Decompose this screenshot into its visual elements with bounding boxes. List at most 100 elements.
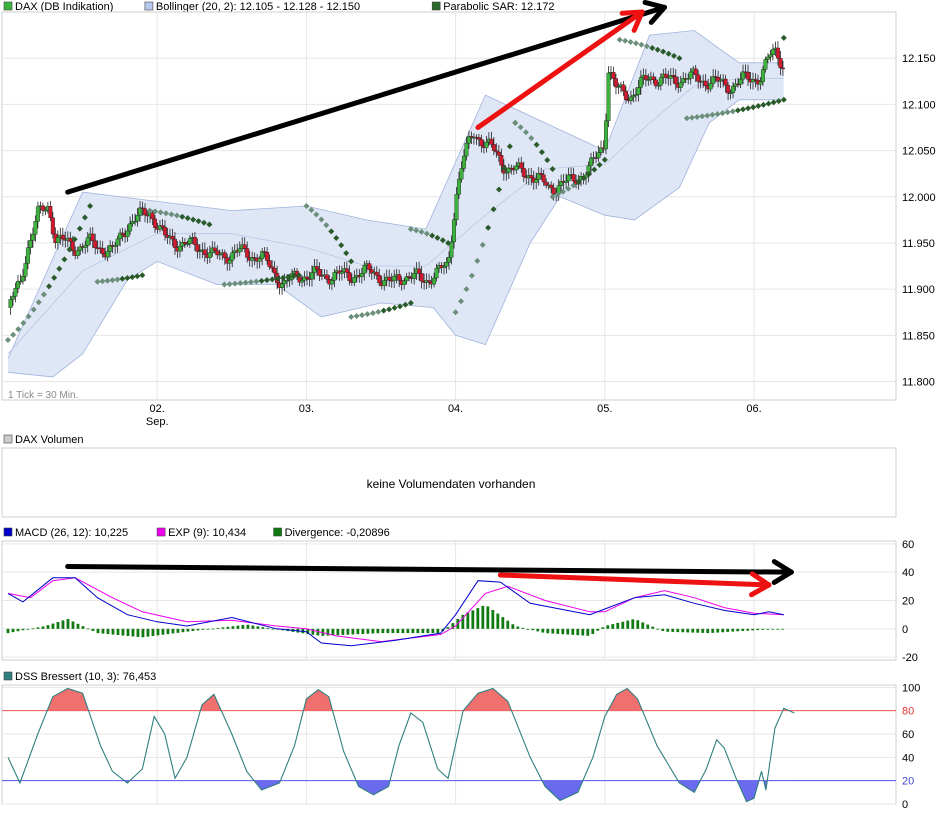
candle-body <box>192 237 197 245</box>
divergence-bar <box>86 628 90 630</box>
candle-body <box>120 232 125 235</box>
divergence-bar <box>201 628 205 630</box>
divergence-bar <box>751 628 755 631</box>
candle-body <box>339 271 344 274</box>
price-tick-label: 12.100 <box>902 99 936 111</box>
candle-body <box>402 280 407 285</box>
candle-body <box>459 168 464 180</box>
candle-body <box>160 225 165 228</box>
candle-body <box>40 205 45 211</box>
candle-body <box>651 76 656 81</box>
candle-body <box>496 151 501 156</box>
divergence-bar <box>511 624 515 629</box>
candle-body <box>611 72 616 79</box>
dss-legend-swatch-0 <box>3 671 13 681</box>
candle-body <box>100 248 105 255</box>
divergence-bar <box>656 628 660 630</box>
divergence-bar <box>21 628 25 631</box>
candle-body <box>758 81 763 85</box>
candle-body <box>207 252 212 258</box>
candle-body <box>603 120 608 150</box>
divergence-bar <box>396 628 400 634</box>
divergence-bar <box>606 625 610 629</box>
candle-body <box>143 208 148 216</box>
candle-body <box>85 237 90 246</box>
divergence-bar <box>391 628 395 634</box>
divergence-bar <box>631 619 635 629</box>
candle-body <box>643 75 648 80</box>
candle-body <box>245 248 250 258</box>
candle-body <box>317 269 322 276</box>
divergence-bar <box>16 628 20 632</box>
divergence-bar <box>471 610 475 629</box>
price-legend-label-0: DAX (DB Indikation) <box>15 1 113 13</box>
candle-body <box>760 69 765 82</box>
divergence-bar <box>161 628 165 635</box>
divergence-bar <box>701 628 705 633</box>
candle-body <box>489 138 494 145</box>
candle-body <box>60 234 65 240</box>
candle-body <box>105 251 110 258</box>
divergence-bar <box>426 628 430 634</box>
divergence-bar <box>776 628 780 630</box>
candle-body <box>434 267 439 279</box>
macd-legend-label-1: EXP (9): 10,434 <box>168 527 246 539</box>
candle-body <box>187 238 192 245</box>
dss-tick-label: 20 <box>902 776 914 788</box>
volume-legend-label-0: DAX Volumen <box>15 434 83 446</box>
divergence-bar <box>191 628 195 631</box>
divergence-bar <box>256 626 260 629</box>
candle-body <box>212 247 217 251</box>
divergence-bar <box>486 606 490 629</box>
candle-body <box>153 218 158 228</box>
divergence-bar <box>131 628 135 637</box>
divergence-bar <box>361 628 365 634</box>
divergence-bar <box>726 628 730 632</box>
candle-body <box>432 277 437 285</box>
candle-body <box>202 249 207 255</box>
candle-body <box>539 173 544 175</box>
candle-body <box>33 221 38 235</box>
divergence-bar <box>591 628 595 634</box>
divergence-bar <box>506 620 510 629</box>
dss-tick-label: 40 <box>902 752 914 764</box>
price-legend-swatch-2 <box>431 1 441 11</box>
divergence-bar <box>561 628 565 635</box>
candle-body <box>362 265 367 274</box>
divergence-bar <box>91 628 95 631</box>
candle-body <box>454 194 459 220</box>
candle-body <box>623 90 628 100</box>
divergence-bar <box>166 628 170 635</box>
divergence-bar <box>756 628 760 631</box>
macd-legend-swatch-2 <box>273 527 282 537</box>
divergence-bar <box>11 628 15 633</box>
candle-body <box>387 276 392 281</box>
candle-body <box>564 180 569 183</box>
candle-body <box>170 235 175 240</box>
price-tick-label: 12.050 <box>902 146 936 158</box>
divergence-bar <box>546 628 550 634</box>
divergence-bar <box>636 620 640 629</box>
divergence-bar <box>81 626 85 629</box>
macd-tick-label: 40 <box>902 567 914 579</box>
candle-body <box>726 84 731 94</box>
divergence-bar <box>106 628 110 635</box>
candle-body <box>83 245 88 248</box>
divergence-bar <box>541 628 545 633</box>
divergence-bar <box>601 627 605 629</box>
divergence-bar <box>151 628 155 636</box>
divergence-bar <box>241 625 245 629</box>
divergence-bar <box>681 628 685 633</box>
divergence-bar <box>421 628 425 634</box>
divergence-bar <box>711 628 715 633</box>
candle-body <box>172 238 177 248</box>
candle-body <box>55 237 60 244</box>
candle-body <box>93 240 98 248</box>
candle-body <box>703 80 708 87</box>
candle-body <box>638 77 643 88</box>
candle-body <box>673 76 678 85</box>
divergence-bar <box>146 628 150 637</box>
macd-legend-label-0: MACD (26, 12): 10,225 <box>15 527 128 539</box>
candle-body <box>534 179 539 183</box>
divergence-bar <box>371 628 375 634</box>
